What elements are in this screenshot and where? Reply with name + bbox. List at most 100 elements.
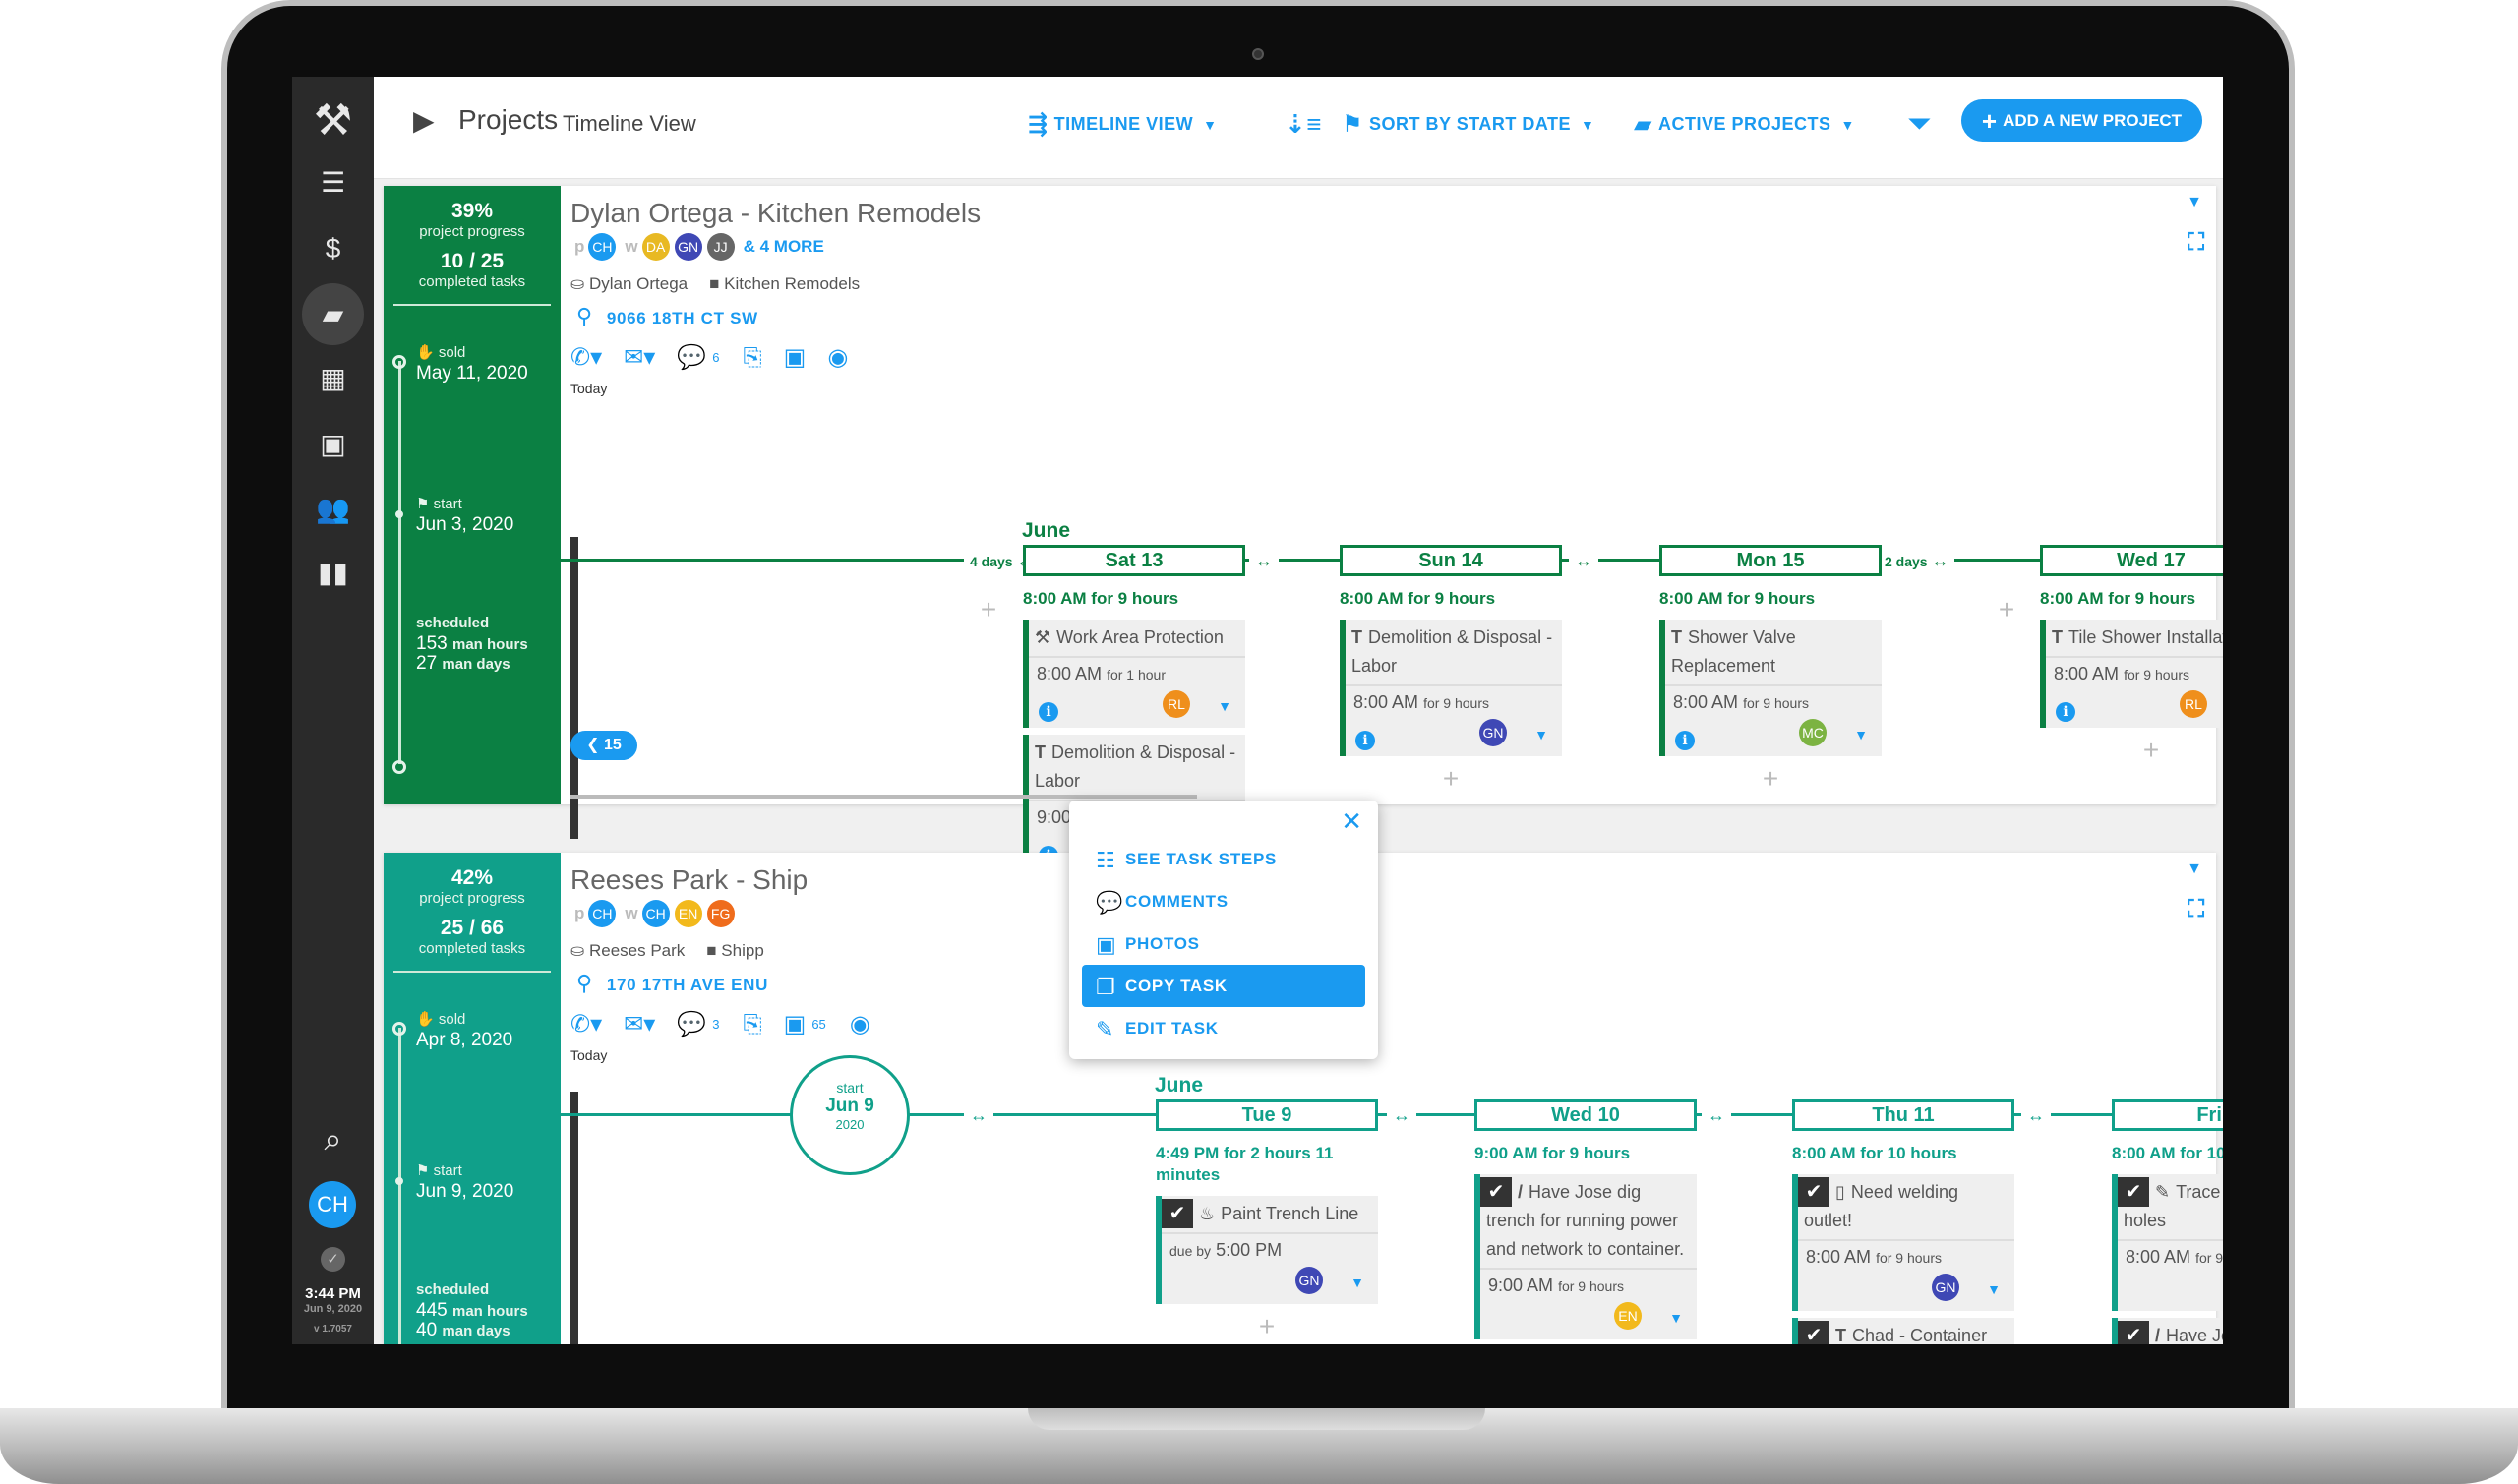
sidebar-item-finance[interactable]: $	[292, 229, 374, 268]
assignee-avatar[interactable]: GN	[1932, 1274, 1959, 1301]
phone-icon[interactable]: ✆▾	[570, 1011, 602, 1038]
task-card[interactable]: TTile Shower Installation8:00 AM for 9 h…	[2040, 620, 2223, 728]
task-card[interactable]: T Shower Valve Replacement 8:00 AM for 9 h…	[1659, 620, 1882, 756]
add-project-button[interactable]: + ADD A NEW PROJECT	[1961, 99, 2202, 142]
add-task-button[interactable]: +	[2040, 735, 2223, 766]
worker-avatar[interactable]: CH	[641, 900, 670, 927]
pm-avatar[interactable]: CH	[588, 900, 617, 927]
timeline-view-dropdown[interactable]: ⇶ TIMELINE VIEW ▼	[1028, 106, 1217, 143]
email-icon[interactable]: ✉▾	[624, 344, 655, 371]
logo-hammer-icon[interactable]: ⚒	[292, 96, 374, 146]
task-card[interactable]: ✔✎Trace both AC unit holes8:00 AM for 9 …	[2112, 1174, 2223, 1311]
task-complete-checkbox[interactable]: ✔	[2118, 1321, 2149, 1344]
task-card[interactable]: ✔ / Have Jose dig trench for running power…	[1474, 1174, 1697, 1339]
sidebar-item-people[interactable]: 👥	[292, 490, 374, 529]
client-name[interactable]: Reeses Park	[589, 941, 685, 960]
add-task-button[interactable]: +	[1156, 1311, 1378, 1342]
task-card[interactable]: T Demolition & Disposal - Labor 8:00 AM fo…	[1340, 620, 1562, 756]
task-card[interactable]: ✔ ▯ Need welding outlet! 8:00 AM for 9 hour…	[1792, 1174, 2014, 1311]
add-task-button[interactable]: +	[959, 594, 1018, 625]
task-menu-caret-icon[interactable]: ▼	[1218, 698, 1231, 714]
photos-icon[interactable]: ▣	[784, 1011, 807, 1038]
menu-item-photos[interactable]: ▣ PHOTOS	[1082, 922, 1365, 965]
task-complete-checkbox[interactable]: ✔	[1162, 1199, 1193, 1228]
attachment-icon[interactable]: ⎘	[743, 344, 761, 371]
task-complete-checkbox[interactable]: ✔	[1480, 1177, 1512, 1207]
add-task-button[interactable]: +	[1659, 763, 1882, 795]
worker-avatar[interactable]: FG	[706, 900, 735, 927]
pager-prev-button[interactable]: ❮ 15	[570, 731, 637, 760]
sidebar-item-photos[interactable]: ▣	[292, 425, 374, 464]
comment-icon[interactable]: 💬	[677, 344, 706, 371]
email-icon[interactable]: ✉▾	[624, 1011, 655, 1038]
task-complete-checkbox[interactable]: ✔	[1798, 1321, 1829, 1344]
date-header[interactable]: Thu 11	[1792, 1099, 2014, 1131]
project-filter-dropdown[interactable]: ▰ ACTIVE PROJECTS ▼	[1634, 106, 1855, 143]
date-header[interactable]: Mon 15	[1659, 545, 1882, 576]
info-icon[interactable]: i	[1675, 731, 1695, 750]
attachment-icon[interactable]: ⎘	[743, 1011, 761, 1038]
date-header[interactable]: Wed 17	[2040, 545, 2223, 576]
worker-avatar[interactable]: DA	[641, 233, 670, 261]
collapse-caret-icon[interactable]: ▼	[2187, 861, 2202, 878]
camera-icon[interactable]: ◉	[850, 1011, 870, 1038]
worker-avatar[interactable]: EN	[674, 900, 702, 927]
menu-item-copy-task[interactable]: ❐ COPY TASK	[1082, 965, 1365, 1007]
sidebar-item-tasks[interactable]: ☰	[292, 163, 374, 203]
task-card[interactable]: ✔ ♨ Paint Trench Line due by 5:00 PM GN ▼	[1156, 1196, 1378, 1304]
assignee-avatar[interactable]: GN	[1479, 719, 1507, 746]
fullscreen-icon[interactable]: ⛶	[2188, 896, 2204, 923]
task-complete-checkbox[interactable]: ✔	[2118, 1177, 2149, 1207]
worker-avatar[interactable]: JJ	[706, 233, 735, 261]
task-card[interactable]: ✔ T Chad - Container Door Tasks	[1792, 1318, 2014, 1344]
user-avatar[interactable]: CH	[309, 1181, 356, 1228]
assignee-avatar[interactable]: GN	[1295, 1267, 1323, 1294]
task-menu-caret-icon[interactable]: ▼	[1669, 1310, 1683, 1326]
address-row[interactable]: ⚲ 170 17TH AVE ENU	[570, 971, 768, 996]
date-header[interactable]: Sat 13	[1023, 545, 1245, 576]
add-task-button[interactable]: +	[1977, 594, 2036, 625]
client-name[interactable]: Dylan Ortega	[589, 274, 688, 293]
address-row[interactable]: ⚲ 9066 18TH CT SW	[570, 304, 758, 329]
assignee-avatar[interactable]: MC	[1799, 719, 1827, 746]
phone-icon[interactable]: ✆▾	[570, 344, 602, 371]
sort-order-button[interactable]: ⇣≡	[1285, 106, 1322, 142]
info-icon[interactable]: i	[2056, 702, 2075, 722]
add-task-button[interactable]: +	[1340, 763, 1562, 795]
comment-icon[interactable]: 💬	[677, 1011, 706, 1038]
fullscreen-icon[interactable]: ⛶	[2188, 229, 2204, 257]
project-title[interactable]: Reeses Park - Ship	[570, 864, 808, 896]
pm-avatar[interactable]: CH	[588, 233, 617, 261]
menu-item-edit-task[interactable]: ✎ EDIT TASK	[1082, 1007, 1365, 1049]
date-header[interactable]: Wed 10	[1474, 1099, 1697, 1131]
task-card[interactable]: ⚒ Work Area Protection 8:00 AM for 1 hour i…	[1023, 620, 1245, 728]
sidebar-item-reports[interactable]: ▮▮	[292, 554, 374, 593]
camera-icon[interactable]: ◉	[827, 344, 848, 371]
collapse-caret-icon[interactable]: ▼	[2187, 194, 2202, 211]
close-menu-button[interactable]: ✕	[1341, 806, 1362, 837]
date-header[interactable]: Tue 9	[1156, 1099, 1378, 1131]
task-menu-caret-icon[interactable]: ▼	[1534, 727, 1548, 742]
photos-icon[interactable]: ▣	[784, 344, 807, 371]
task-card[interactable]: ✔/Have Jose dig trench for running	[2112, 1318, 2223, 1344]
info-icon[interactable]: i	[1039, 702, 1058, 722]
search-button[interactable]: ⌕	[292, 1119, 374, 1158]
date-header[interactable]: Fri 12	[2112, 1099, 2223, 1131]
task-menu-caret-icon[interactable]: ▼	[1987, 1281, 2001, 1297]
task-complete-checkbox[interactable]: ✔	[1798, 1177, 1829, 1207]
worker-avatar[interactable]: GN	[674, 233, 702, 261]
task-menu-caret-icon[interactable]: ▼	[1350, 1275, 1364, 1290]
assignee-avatar[interactable]: RL	[1163, 690, 1190, 718]
project-title[interactable]: Dylan Ortega - Kitchen Remodels	[570, 198, 981, 229]
sidebar-item-calendar[interactable]: ▦	[292, 359, 374, 398]
task-menu-caret-icon[interactable]: ▼	[1854, 727, 1868, 742]
horizontal-scrollbar[interactable]	[570, 795, 1197, 799]
more-workers-link[interactable]: & 4 MORE	[744, 237, 824, 256]
menu-item-comments[interactable]: 💬 COMMENTS	[1082, 880, 1365, 922]
sort-dropdown[interactable]: ⚑ SORT BY START DATE ▼	[1342, 106, 1594, 143]
filter-button[interactable]: ⏷	[1908, 106, 1931, 142]
info-icon[interactable]: i	[1355, 731, 1375, 750]
date-header[interactable]: Sun 14	[1340, 545, 1562, 576]
assignee-avatar[interactable]: EN	[1614, 1302, 1642, 1330]
sidebar-item-projects[interactable]: ▰	[292, 295, 374, 334]
